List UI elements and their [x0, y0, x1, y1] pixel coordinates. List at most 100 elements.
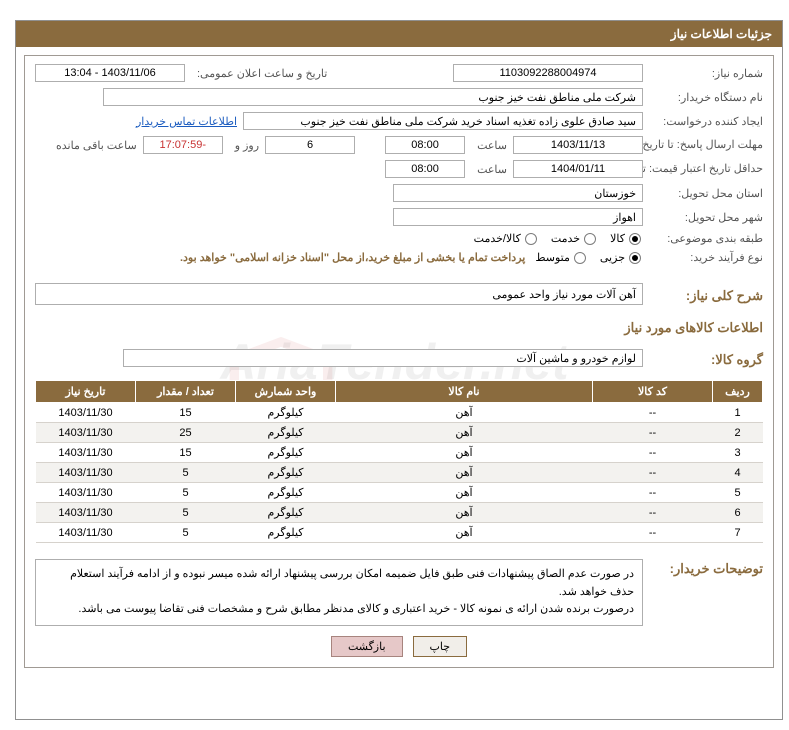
requestor-label: ایجاد کننده درخواست: [643, 115, 763, 128]
buyer-org-label: نام دستگاه خریدار: [643, 91, 763, 104]
cell-unit: کیلوگرم [236, 483, 336, 503]
cell-code: -- [593, 403, 713, 423]
hour-label-2: ساعت [471, 163, 507, 176]
panel-title: جزئیات اطلاعات نیاز [16, 21, 782, 47]
response-deadline-date: 1403/11/13 [513, 136, 643, 154]
th-unit: واحد شمارش [236, 381, 336, 403]
cat-services-label: خدمت [551, 232, 580, 245]
cell-name: آهن [336, 403, 593, 423]
cell-qty: 5 [136, 503, 236, 523]
city-value: اهواز [393, 208, 643, 226]
cat-goods[interactable]: کالا [610, 232, 641, 245]
province-label: استان محل تحویل: [643, 187, 763, 200]
cell-unit: کیلوگرم [236, 423, 336, 443]
category-group: کالا خدمت کالا/خدمت [474, 232, 641, 245]
cell-date: 1403/11/30 [36, 503, 136, 523]
cell-date: 1403/11/30 [36, 483, 136, 503]
table-row: 5--آهنکیلوگرم51403/11/30 [36, 483, 763, 503]
cell-unit: کیلوگرم [236, 503, 336, 523]
cat-services[interactable]: خدمت [551, 232, 596, 245]
province-value: خوزستان [393, 184, 643, 202]
cell-code: -- [593, 523, 713, 543]
pt-partial-label: جزیی [600, 251, 625, 264]
table-row: 4--آهنکیلوگرم51403/11/30 [36, 463, 763, 483]
items-table: ردیف کد کالا نام کالا واحد شمارش تعداد /… [35, 380, 763, 543]
cell-qty: 5 [136, 463, 236, 483]
th-qty: تعداد / مقدار [136, 381, 236, 403]
cell-row: 1 [713, 403, 763, 423]
need-summary-value: آهن آلات مورد نیاز واحد عمومی [35, 283, 643, 305]
radio-icon [574, 252, 586, 264]
form-area: شماره نیاز: 1103092288004974 تاریخ و ساع… [24, 55, 774, 668]
cell-row: 5 [713, 483, 763, 503]
cell-qty: 25 [136, 423, 236, 443]
cell-row: 4 [713, 463, 763, 483]
cell-qty: 15 [136, 403, 236, 423]
cell-code: -- [593, 503, 713, 523]
cat-goods-services[interactable]: کالا/خدمت [474, 232, 537, 245]
cell-date: 1403/11/30 [36, 523, 136, 543]
time-remaining: 17:07:59- [143, 136, 223, 154]
cell-row: 2 [713, 423, 763, 443]
cell-name: آهن [336, 463, 593, 483]
city-label: شهر محل تحویل: [643, 211, 763, 224]
announce-datetime-value: 1403/11/06 - 13:04 [35, 64, 185, 82]
cell-name: آهن [336, 423, 593, 443]
buyer-contact-link[interactable]: اطلاعات تماس خریدار [136, 115, 237, 128]
table-row: 6--آهنکیلوگرم51403/11/30 [36, 503, 763, 523]
category-label: طبقه بندی موضوعی: [643, 232, 763, 245]
buyer-notes-line-2: درصورت برنده شدن ارائه ی نمونه کالا - خر… [44, 601, 634, 619]
days-and-label: روز و [229, 139, 259, 152]
cell-name: آهن [336, 483, 593, 503]
buyer-notes-label: توضیحات خریدار: [643, 561, 763, 577]
cell-code: -- [593, 483, 713, 503]
table-row: 3--آهنکیلوگرم151403/11/30 [36, 443, 763, 463]
pt-medium[interactable]: متوسط [535, 251, 586, 264]
cell-code: -- [593, 443, 713, 463]
table-row: 1--آهنکیلوگرم151403/11/30 [36, 403, 763, 423]
price-validity-time: 08:00 [385, 160, 465, 178]
cell-row: 6 [713, 503, 763, 523]
cell-row: 7 [713, 523, 763, 543]
th-code: کد کالا [593, 381, 713, 403]
price-validity-date: 1404/01/11 [513, 160, 643, 178]
cell-name: آهن [336, 503, 593, 523]
remain-suffix: ساعت باقی مانده [50, 139, 137, 152]
th-date: تاریخ نیاز [36, 381, 136, 403]
purchase-type-label: نوع فرآیند خرید: [643, 251, 763, 264]
cell-unit: کیلوگرم [236, 403, 336, 423]
need-number-label: شماره نیاز: [643, 67, 763, 80]
price-validity-label: حداقل تاریخ اعتبار قیمت: تا تاریخ: [643, 162, 763, 176]
cell-qty: 5 [136, 483, 236, 503]
cat-goods-services-label: کالا/خدمت [474, 232, 521, 245]
print-button[interactable]: چاپ [413, 636, 468, 657]
radio-icon [525, 233, 537, 245]
main-panel: جزئیات اطلاعات نیاز شماره نیاز: 11030922… [15, 20, 783, 720]
items-section-title: اطلاعات کالاهای مورد نیاز [35, 320, 763, 336]
cell-unit: کیلوگرم [236, 443, 336, 463]
cell-name: آهن [336, 443, 593, 463]
table-row: 2--آهنکیلوگرم251403/11/30 [36, 423, 763, 443]
buyer-org-value: شرکت ملی مناطق نفت خیز جنوب [103, 88, 643, 106]
cat-goods-label: کالا [610, 232, 625, 245]
purchase-type-group: جزیی متوسط [535, 251, 641, 264]
radio-icon [629, 252, 641, 264]
cell-unit: کیلوگرم [236, 463, 336, 483]
buyer-notes-box: در صورت عدم الصاق پیشنهادات فنی طبق فایل… [35, 559, 643, 626]
group-value: لوازم خودرو و ماشین آلات [123, 349, 643, 367]
cell-date: 1403/11/30 [36, 423, 136, 443]
pt-partial[interactable]: جزیی [600, 251, 641, 264]
cell-date: 1403/11/30 [36, 443, 136, 463]
response-deadline-time: 08:00 [385, 136, 465, 154]
back-button[interactable]: بازگشت [331, 636, 403, 657]
cell-unit: کیلوگرم [236, 523, 336, 543]
cell-qty: 5 [136, 523, 236, 543]
group-label: گروه کالا: [643, 352, 763, 368]
need-number-value: 1103092288004974 [453, 64, 643, 82]
need-summary-label: شرح کلی نیاز: [643, 288, 763, 304]
requestor-value: سید صادق علوی زاده تغذیه اسناد خرید شرکت… [243, 112, 643, 130]
cell-code: -- [593, 423, 713, 443]
purchase-note: پرداخت تمام یا بخشی از مبلغ خرید،از محل … [180, 251, 525, 264]
buyer-notes-line-1: در صورت عدم الصاق پیشنهادات فنی طبق فایل… [44, 566, 634, 601]
hour-label-1: ساعت [471, 139, 507, 152]
